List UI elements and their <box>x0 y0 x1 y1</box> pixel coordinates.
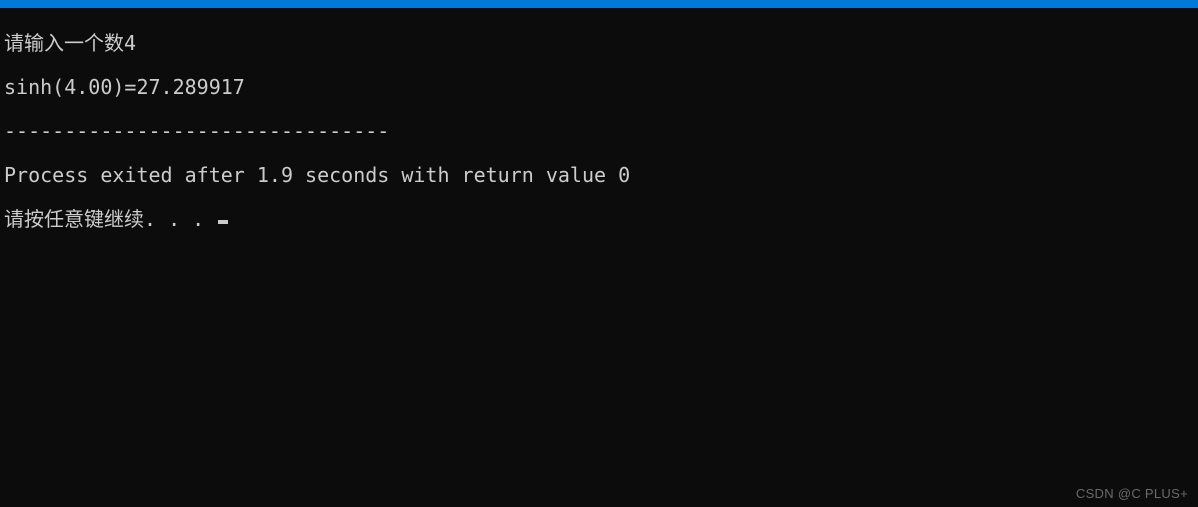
terminal-line-separator: -------------------------------- <box>4 120 1194 142</box>
terminal-output[interactable]: 请输入一个数4 sinh(4.00)=27.289917 -----------… <box>0 8 1198 254</box>
cursor-icon <box>218 220 228 224</box>
terminal-line-process-exit: Process exited after 1.9 seconds with re… <box>4 164 1194 186</box>
terminal-line-press-key: 请按任意键继续. . . <box>4 208 1194 230</box>
watermark: CSDN @C PLUS+ <box>1076 486 1188 501</box>
terminal-line-result: sinh(4.00)=27.289917 <box>4 76 1194 98</box>
window-titlebar <box>0 0 1198 8</box>
terminal-line-input-prompt: 请输入一个数4 <box>4 32 1194 54</box>
